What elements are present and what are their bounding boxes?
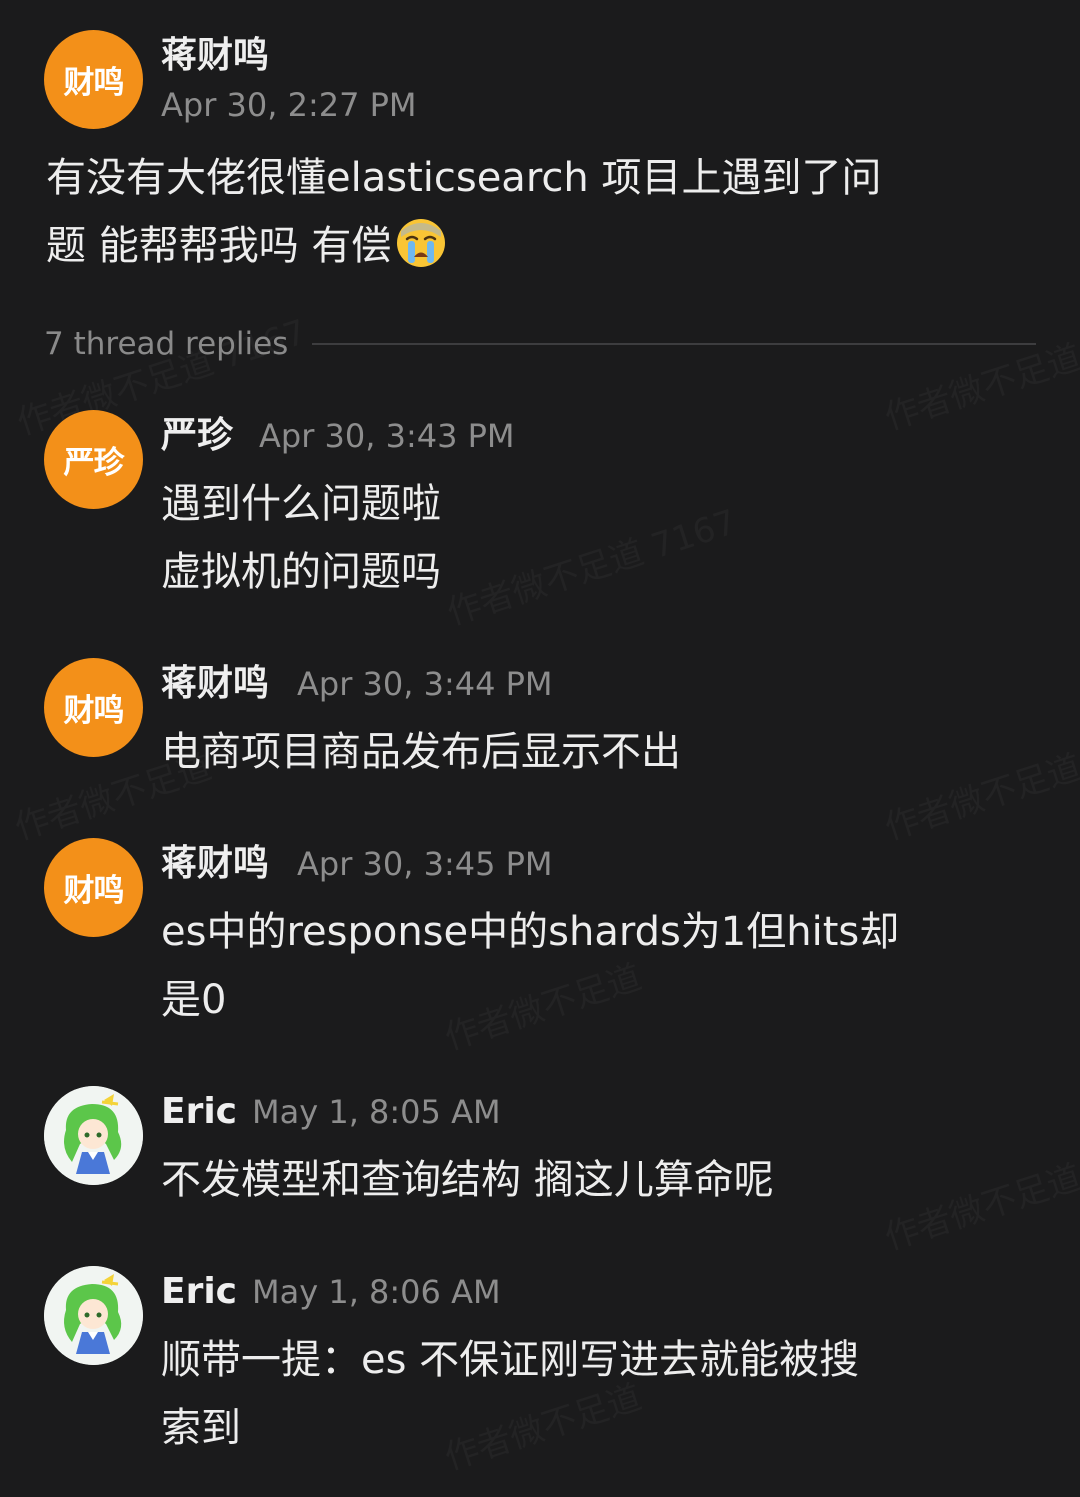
- message-body: es中的response中的shards为1但hits却 是0: [161, 898, 1041, 1034]
- message-timestamp: May 1, 8:06 AM: [252, 1273, 501, 1311]
- message-body: 顺带一提：es 不保证刚写进去就能被搜 索到: [161, 1326, 1041, 1462]
- avatar[interactable]: [44, 1086, 143, 1185]
- message-body: 电商项目商品发布后显示不出: [161, 718, 1041, 786]
- message-line: 是0: [161, 977, 227, 1023]
- divider-line: [312, 343, 1036, 345]
- thread-replies-count[interactable]: 7 thread replies: [44, 326, 288, 362]
- message-line: 题 能帮帮我吗 有偿: [46, 212, 1036, 280]
- avatar[interactable]: 财鸣: [44, 30, 143, 129]
- anime-character-avatar-icon: [44, 1086, 143, 1185]
- message-timestamp: Apr 30, 3:45 PM: [297, 845, 553, 883]
- message-timestamp: Apr 30, 3:44 PM: [297, 665, 553, 703]
- message-body: 有没有大佬很懂elasticsearch 项目上遇到了问 题 能帮帮我吗 有偿: [46, 144, 1036, 280]
- crying-face-emoji: [397, 219, 446, 267]
- avatar[interactable]: 严珍: [44, 410, 143, 509]
- message-timestamp: Apr 30, 2:27 PM: [161, 86, 417, 124]
- message-timestamp: Apr 30, 3:43 PM: [259, 417, 515, 455]
- message-body: 不发模型和查询结构 搁这儿算命呢: [161, 1146, 1041, 1214]
- message-timestamp: May 1, 8:05 AM: [252, 1093, 501, 1131]
- avatar[interactable]: 财鸣: [44, 838, 143, 937]
- avatar[interactable]: [44, 1266, 143, 1365]
- message-body: 遇到什么问题啦 虚拟机的问题吗: [161, 470, 1041, 606]
- author-name[interactable]: 蒋财鸣: [161, 666, 269, 702]
- message-line: 有没有大佬很懂elasticsearch 项目上遇到了问: [46, 155, 882, 201]
- message-line: 顺带一提：es 不保证刚写进去就能被搜: [161, 1337, 860, 1383]
- author-name[interactable]: 严珍: [161, 418, 233, 454]
- author-name[interactable]: 蒋财鸣: [161, 38, 269, 74]
- message-line: 不发模型和查询结构 搁这儿算命呢: [161, 1157, 774, 1203]
- message-line: 电商项目商品发布后显示不出: [161, 729, 681, 775]
- anime-character-avatar-icon: [44, 1266, 143, 1365]
- message-line: 索到: [161, 1405, 241, 1451]
- message-line: 虚拟机的问题吗: [161, 549, 441, 595]
- avatar[interactable]: 财鸣: [44, 658, 143, 757]
- message-line: 遇到什么问题啦: [161, 481, 441, 527]
- author-name[interactable]: 蒋财鸣: [161, 846, 269, 882]
- thread-replies-divider: 7 thread replies: [44, 326, 1036, 362]
- message-line: es中的response中的shards为1但hits却: [161, 909, 900, 955]
- author-name[interactable]: Eric: [161, 1274, 237, 1310]
- message-line-text: 题 能帮帮我吗 有偿: [46, 223, 392, 269]
- author-name[interactable]: Eric: [161, 1094, 237, 1130]
